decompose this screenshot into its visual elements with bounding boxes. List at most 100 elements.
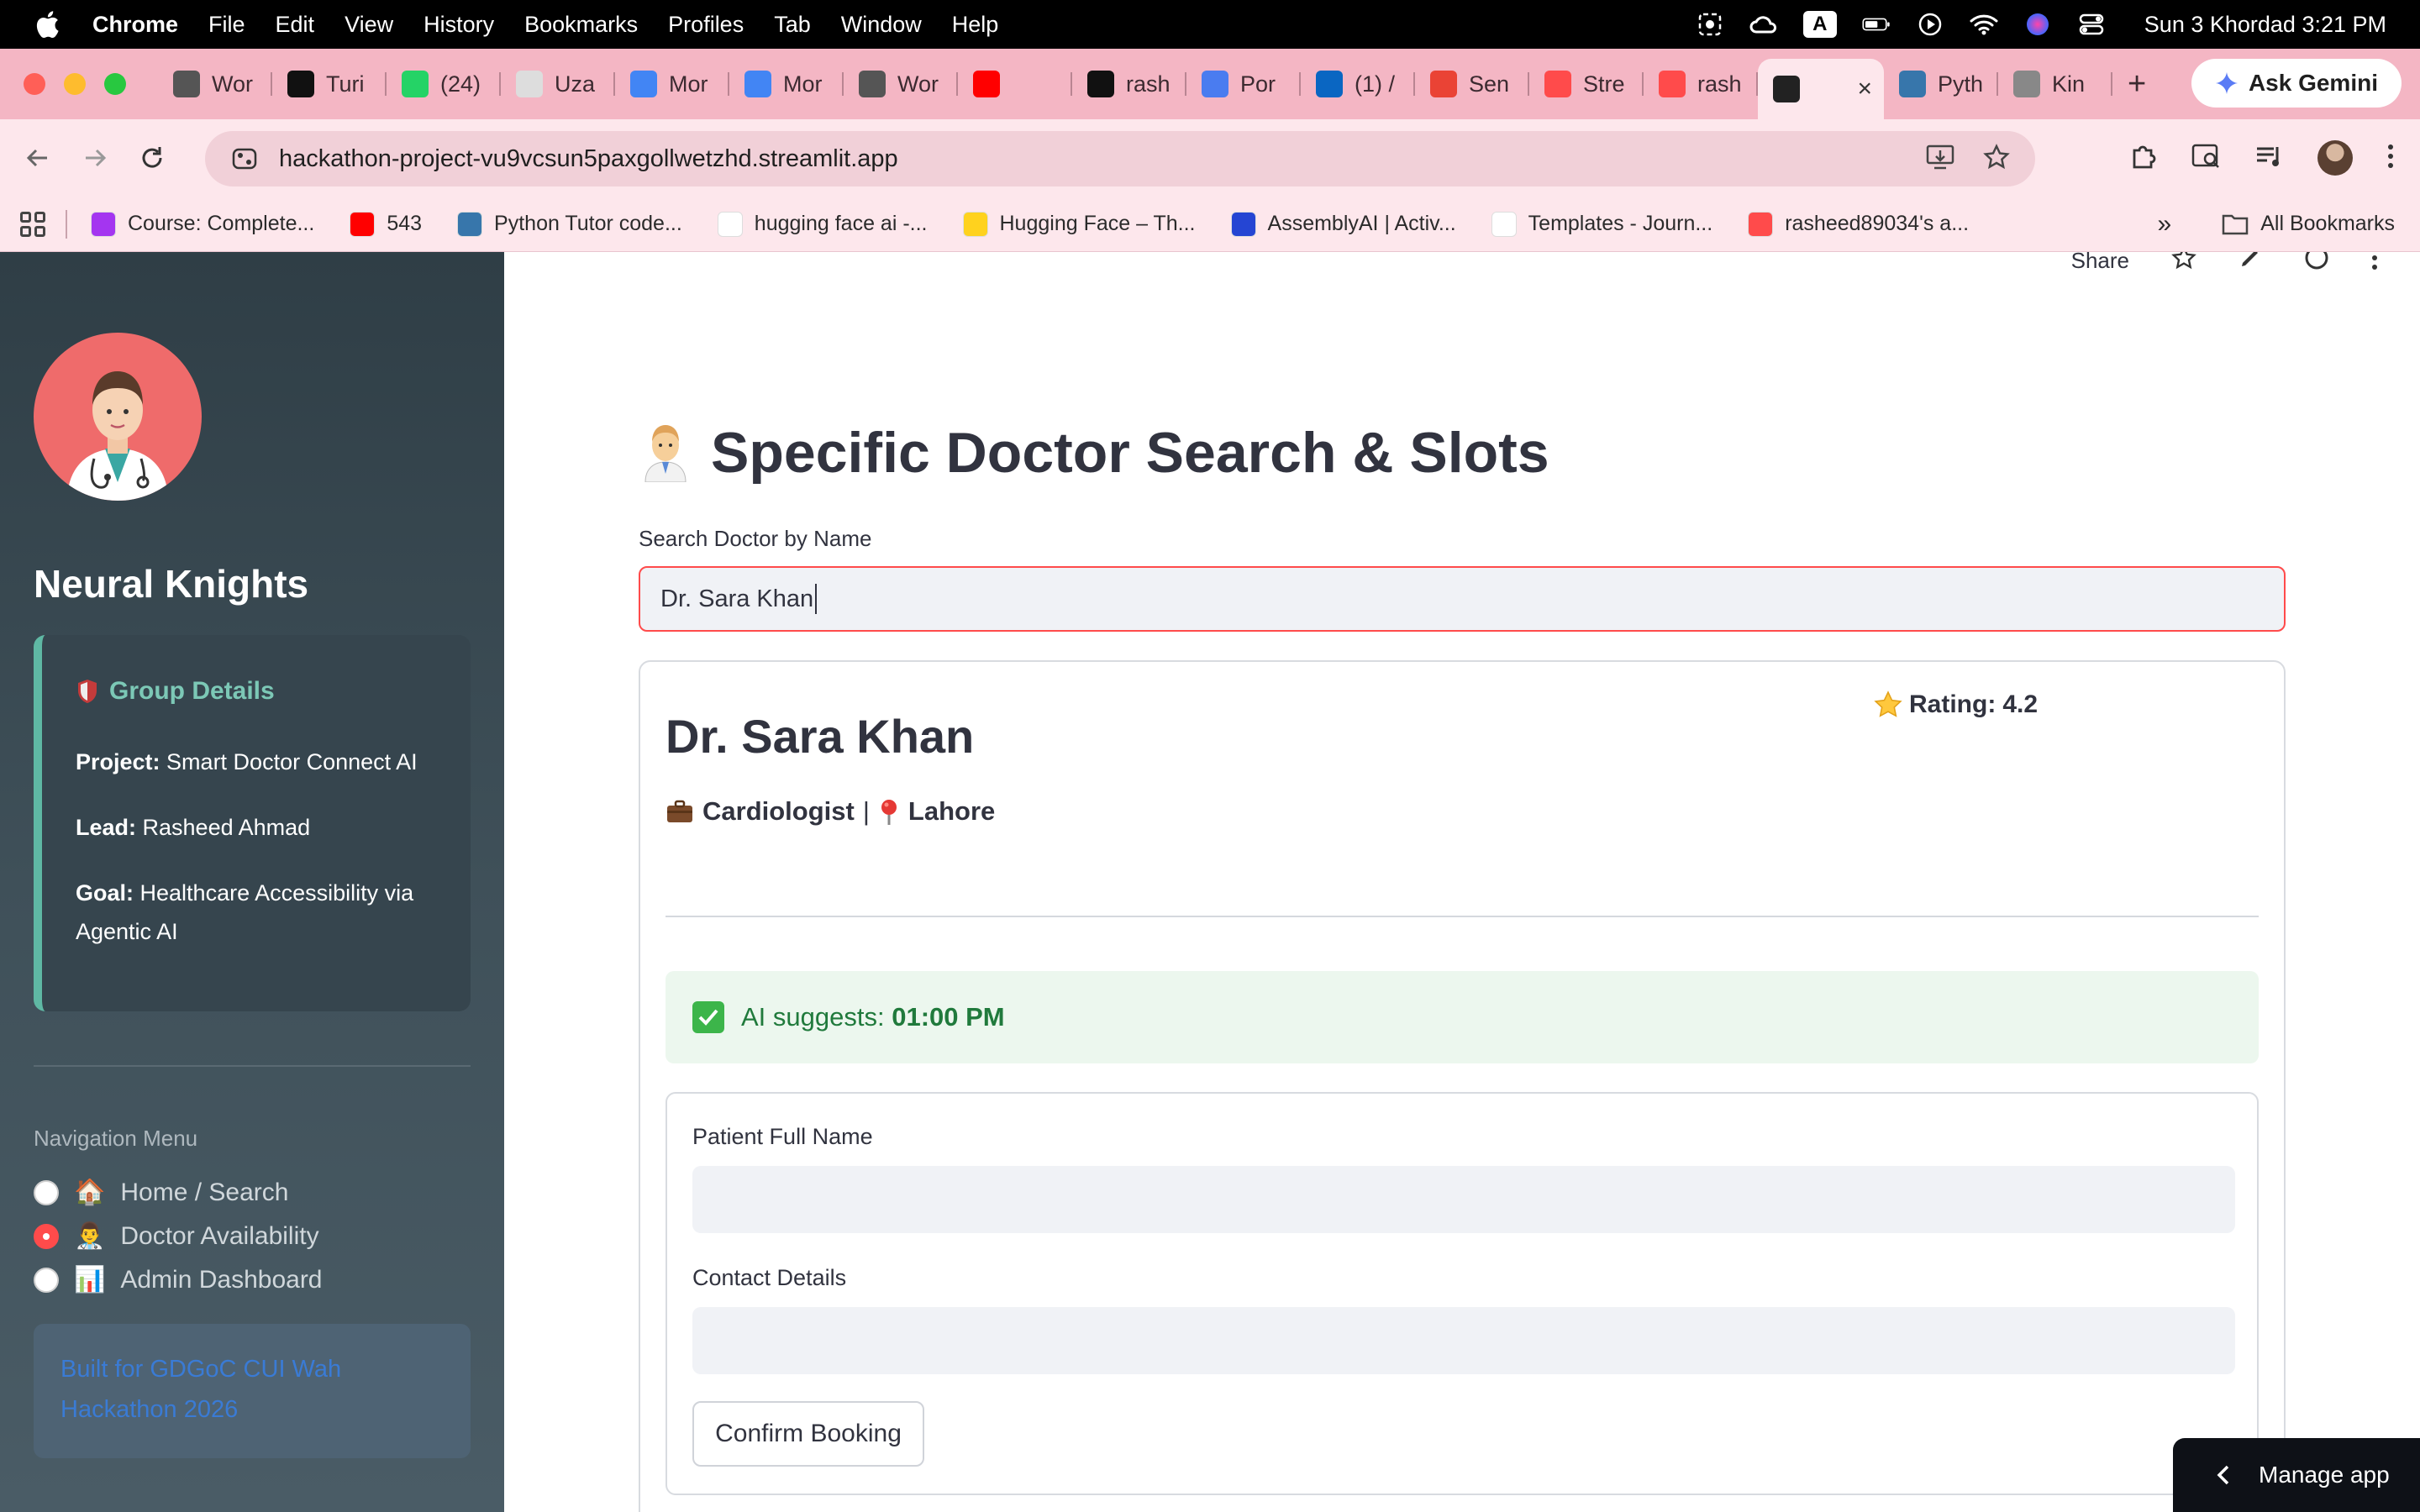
more-bookmarks-chevron-icon[interactable]: »: [2158, 210, 2172, 239]
minimize-window-button[interactable]: [64, 73, 86, 95]
menu-tab[interactable]: Tab: [774, 12, 811, 38]
doctor-name: Dr. Sara Khan: [666, 710, 975, 763]
menu-profiles[interactable]: Profiles: [668, 12, 744, 38]
sidebar-divider: [34, 1065, 471, 1067]
creative-cloud-icon[interactable]: [1749, 10, 1778, 39]
wifi-icon[interactable]: [1970, 10, 1998, 39]
bookmarks-bar: Course: Complete... 543 Python Tutor code.…: [0, 197, 2420, 252]
manage-app-button[interactable]: Manage app: [2173, 1438, 2420, 1512]
browser-tab[interactable]: Wor: [158, 59, 272, 109]
menu-window[interactable]: Window: [841, 12, 922, 38]
github-icon[interactable]: [2304, 252, 2329, 276]
browser-tab[interactable]: Sen: [1415, 59, 1529, 109]
tab-label: Wor: [212, 71, 254, 97]
bookmark-item[interactable]: AssemblyAI | Activ...: [1230, 211, 1456, 237]
confirm-booking-button[interactable]: Confirm Booking: [692, 1401, 924, 1467]
folder-icon: [2222, 214, 2249, 234]
share-button[interactable]: Share: [2071, 252, 2129, 274]
menu-app-name[interactable]: Chrome: [92, 12, 178, 38]
forward-button[interactable]: [76, 139, 114, 177]
profile-avatar[interactable]: [2317, 140, 2353, 176]
bookmark-item[interactable]: 543: [350, 211, 422, 237]
site-settings-icon[interactable]: [230, 144, 259, 173]
radio-home[interactable]: [34, 1179, 59, 1205]
browser-tab[interactable]: Stre: [1529, 59, 1644, 109]
browser-tab[interactable]: Por: [1186, 59, 1301, 109]
chrome-menu-icon[interactable]: [2386, 143, 2395, 174]
radio-admin-dashboard[interactable]: [34, 1267, 59, 1293]
keyboard-input-icon[interactable]: A: [1802, 11, 1837, 38]
menu-bookmarks[interactable]: Bookmarks: [524, 12, 638, 38]
play-icon[interactable]: [1916, 10, 1944, 39]
nav-option-admin-dashboard[interactable]: 📊 Admin Dashboard: [34, 1265, 323, 1294]
browser-tab[interactable]: (24): [387, 59, 501, 109]
browser-tab[interactable]: Turi: [272, 59, 387, 109]
contact-details-input[interactable]: [692, 1307, 2235, 1374]
tab-search-icon[interactable]: [2191, 142, 2222, 175]
bookmark-item[interactable]: Hugging Face – Th...: [962, 211, 1196, 237]
media-control-icon[interactable]: [2255, 144, 2284, 173]
install-app-icon[interactable]: [1926, 144, 1954, 175]
more-options-icon[interactable]: [2371, 252, 2378, 276]
bookmark-item[interactable]: Course: Complete...: [91, 211, 314, 237]
tab-label: Por: [1240, 71, 1276, 97]
journal-icon: [1491, 211, 1517, 237]
close-window-button[interactable]: [24, 73, 45, 95]
lead-label: Lead:: [76, 815, 137, 840]
apps-grid-icon[interactable]: [20, 211, 45, 237]
address-bar[interactable]: hackathon-project-vu9vcsun5paxgollwetzhd…: [205, 131, 2035, 186]
browser-tab[interactable]: Kin: [1998, 59, 2112, 109]
team-name: Neural Knights: [34, 562, 309, 606]
maximize-window-button[interactable]: [104, 73, 126, 95]
url-text[interactable]: hackathon-project-vu9vcsun5paxgollwetzhd…: [279, 145, 898, 173]
radio-doctor-availability[interactable]: [34, 1223, 59, 1249]
control-center-icon[interactable]: [2077, 10, 2106, 39]
gemini-icon: [1202, 71, 1228, 97]
siri-icon[interactable]: [2023, 10, 2052, 39]
screenshot-icon[interactable]: [1696, 10, 1724, 39]
doctor-emoji-icon: [644, 425, 687, 482]
menu-view[interactable]: View: [345, 12, 393, 38]
bookmark-item[interactable]: rasheed89034's a...: [1748, 211, 1969, 237]
browser-tab[interactable]: Wor: [844, 59, 958, 109]
patient-name-input[interactable]: [692, 1166, 2235, 1233]
apple-icon[interactable]: [32, 9, 62, 39]
bookmark-star-icon[interactable]: [1983, 143, 2010, 175]
menu-edit[interactable]: Edit: [276, 12, 315, 38]
drive-icon: [744, 71, 771, 97]
edit-pencil-icon[interactable]: [2238, 252, 2262, 276]
browser-tab[interactable]: (1) /: [1301, 59, 1415, 109]
new-tab-button[interactable]: +: [2128, 66, 2146, 102]
browser-tab[interactable]: rash: [1644, 59, 1758, 109]
reload-button[interactable]: [133, 139, 171, 177]
browser-tab[interactable]: Mor: [615, 59, 729, 109]
browser-tab[interactable]: [958, 59, 1072, 109]
bookmark-item[interactable]: Python Tutor code...: [457, 211, 682, 237]
menu-clock[interactable]: Sun 3 Khordad 3:21 PM: [2144, 12, 2386, 38]
favorite-star-icon[interactable]: [2171, 252, 2196, 276]
menu-help[interactable]: Help: [952, 12, 999, 38]
close-tab-icon[interactable]: ×: [1857, 75, 1872, 103]
group-details-heading: Group Details: [76, 677, 471, 706]
nav-option-doctor-availability[interactable]: 👨‍⚕️ Doctor Availability: [34, 1221, 319, 1251]
ask-gemini-button[interactable]: Ask Gemini: [2191, 59, 2402, 108]
menu-history[interactable]: History: [424, 12, 494, 38]
doctor-search-input[interactable]: Dr. Sara Khan: [639, 566, 2286, 632]
browser-tab[interactable]: Mor: [729, 59, 844, 109]
tab-label: Pyth: [1938, 71, 1984, 97]
bookmark-item[interactable]: Templates - Journ...: [1491, 211, 1712, 237]
assemblyai-icon: [1230, 211, 1256, 237]
bookmark-item[interactable]: hugging face ai -...: [717, 211, 928, 237]
browser-tab[interactable]: Pyth: [1884, 59, 1998, 109]
browser-tab[interactable]: Uza: [501, 59, 615, 109]
all-bookmarks-button[interactable]: All Bookmarks: [2222, 212, 2395, 236]
extensions-icon[interactable]: [2129, 142, 2158, 175]
battery-icon[interactable]: [1862, 10, 1891, 39]
doctor-specialty: Cardiologist: [702, 796, 855, 826]
back-button[interactable]: [18, 139, 57, 177]
nav-option-home[interactable]: 🏠 Home / Search: [34, 1178, 288, 1207]
streamlit-dark-icon: [1773, 76, 1800, 102]
browser-tab[interactable]: rash: [1072, 59, 1186, 109]
menu-file[interactable]: File: [208, 12, 245, 38]
browser-tab[interactable]: ×: [1758, 59, 1884, 119]
